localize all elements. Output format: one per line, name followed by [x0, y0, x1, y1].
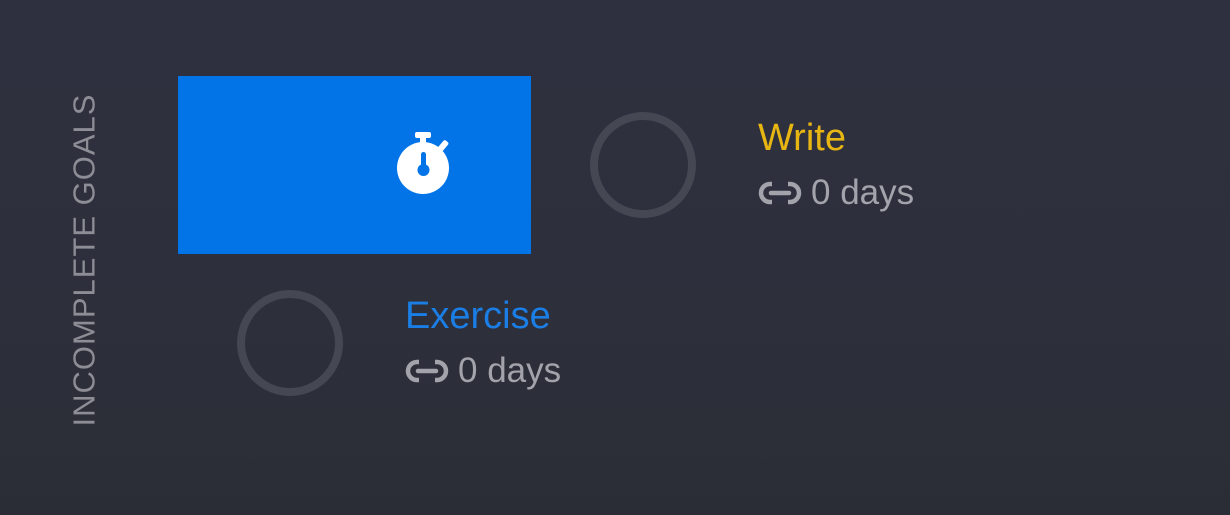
- goal-streak-exercise: 0 days: [405, 351, 561, 391]
- goal-title-write[interactable]: Write: [758, 117, 846, 160]
- goal-checkbox-exercise[interactable]: [237, 290, 343, 396]
- goal-streak-write: 0 days: [758, 173, 914, 213]
- section-label-container: INCOMPLETE GOALS: [62, 86, 106, 434]
- stopwatch-icon: [397, 132, 449, 194]
- link-icon: [405, 359, 449, 383]
- link-icon: [758, 181, 802, 205]
- section-label: INCOMPLETE GOALS: [66, 93, 101, 427]
- goal-checkbox-write[interactable]: [590, 112, 696, 218]
- timer-tile[interactable]: [178, 76, 531, 254]
- goal-streak-text-write: 0 days: [811, 173, 915, 212]
- goal-streak-text-exercise: 0 days: [458, 351, 562, 390]
- goal-title-exercise[interactable]: Exercise: [405, 295, 551, 338]
